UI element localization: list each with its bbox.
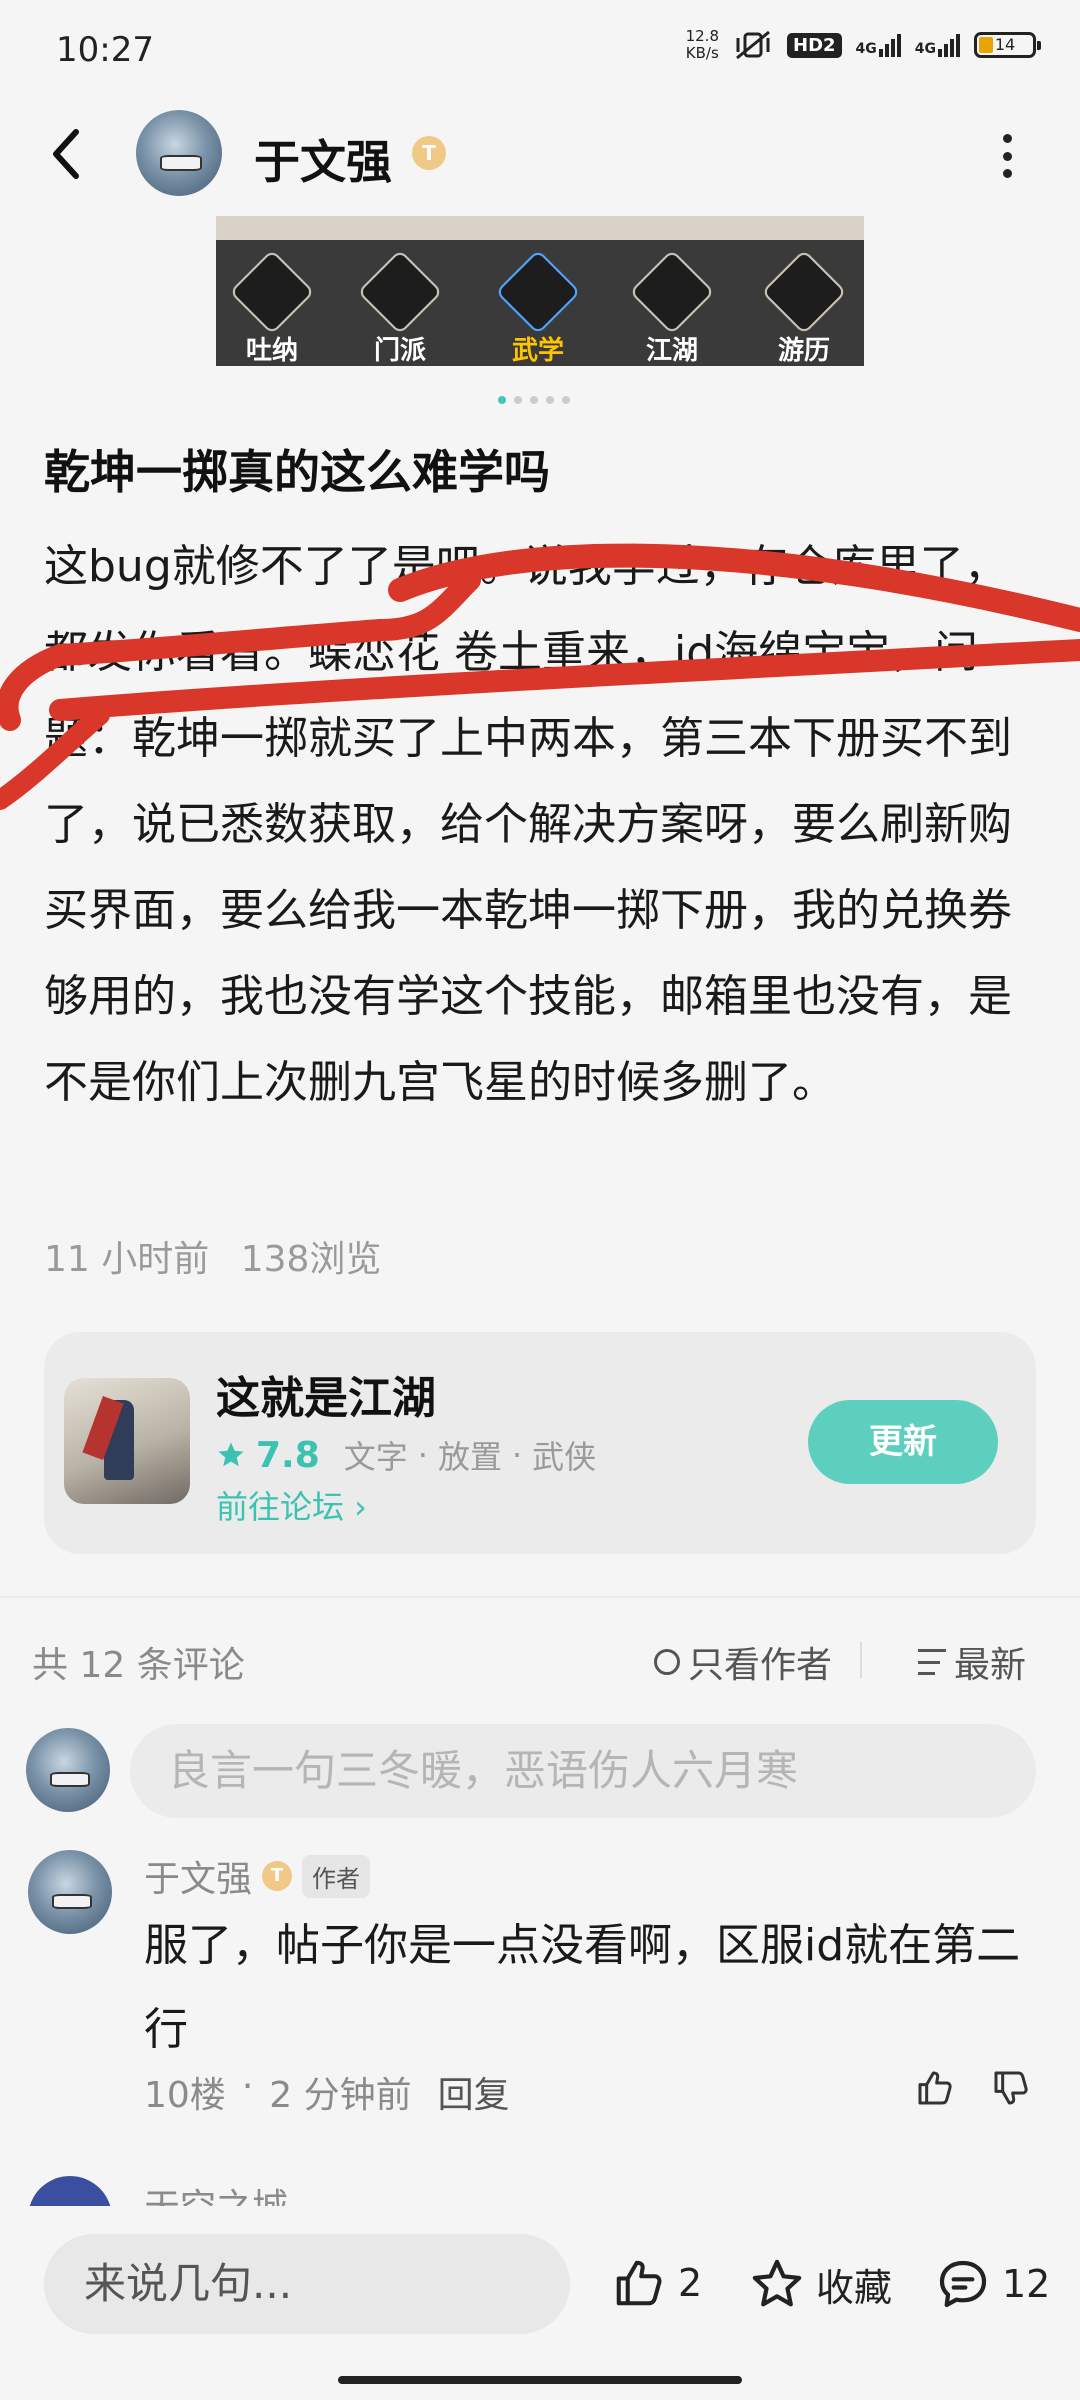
author-only-toggle[interactable]: 只看作者 [654,1636,832,1688]
comment-time: 2 分钟前 [269,2075,412,2116]
network-speed: 12.8 KB/s [686,28,719,62]
signal-icon-2: 4G [914,33,960,57]
post-title: 乾坤一掷真的这么难学吗 [44,445,550,499]
reply-button[interactable]: 回复 [438,2066,510,2118]
banner-label: 武学 [511,336,564,366]
banner-label: 游历 [777,336,830,366]
carousel-dots [498,396,570,404]
sort-label: 最新 [954,1645,1027,1686]
forum-link[interactable]: 前往论坛 › [216,1482,367,1528]
bottom-comment-input[interactable]: 来说几句... [44,2234,570,2334]
comment-meta: 10楼 · 2 分钟前 回复 [144,2066,510,2118]
comment-author-name: 于文强 [144,1859,253,1900]
like-button[interactable]: 2 [610,2256,702,2310]
comments-button[interactable]: 12 [934,2256,1050,2312]
author-only-label: 只看作者 [688,1645,833,1686]
banner-label: 江湖 [645,336,698,366]
battery-level: 14 [994,35,1016,54]
game-app-icon [64,1378,190,1504]
comment-thumb-down-icon[interactable] [990,2068,1032,2108]
game-tag: 武侠 [532,1438,597,1476]
banner-label: 吐纳 [245,336,298,366]
signal-label-1: 4G [855,40,877,57]
my-avatar [26,1728,110,1812]
thumb-up-icon [616,2260,662,2306]
star-icon [218,1442,244,1467]
game-info: 7.8 文字 · 放置 · 武侠 [216,1432,596,1478]
post-body: 这bug就修不了了是吧。说我学过，存仓库里了，都发你看看。蝶恋花 卷土重来，id… [44,541,1012,1108]
back-arrow-icon[interactable] [46,124,86,184]
game-tag: 放置 [437,1438,502,1476]
battery-icon: 14 [974,32,1041,58]
sort-icon [918,1649,946,1675]
banner-item-youli: 游历 [760,249,848,366]
level-badge: T [262,1861,293,1891]
banner-image[interactable]: 吐纳 门派 武学 江湖 游历 [216,216,864,366]
post-time: 11 小时前 [44,1239,210,1280]
commenter-avatar[interactable] [28,1850,112,1934]
chat-bubble-icon [939,2260,987,2308]
radio-circle-icon [654,1649,680,1675]
game-name: 这就是江湖 [216,1373,436,1424]
level-badge: T [412,136,446,170]
net-speed-unit: KB/s [685,44,719,62]
post-views: 138浏览 [240,1239,382,1280]
favorite-label: 收藏 [816,2265,893,2310]
banner-item-jianghu: 江湖 [628,249,716,366]
like-count: 2 [678,2261,703,2305]
comment-author[interactable]: 于文强 T 作者 [144,1850,371,1902]
post-meta: 11 小时前 138浏览 [44,1230,381,1282]
divider [0,1596,1080,1598]
game-score: 7.8 [256,1434,320,1476]
comment-floor: 10楼 [144,2075,226,2116]
banner-label: 门派 [373,336,426,366]
signal-label-2: 4G [914,40,936,57]
status-time: 10:27 [56,30,154,70]
author-name[interactable]: 于文强 [254,126,392,192]
status-icons: 12.8 KB/s HD2 4G 4G 14 [686,28,1041,62]
comment-body: 服了，帖子你是一点没看啊，区服id就在第二行 [144,1920,1021,2055]
comment-total: 12 [1002,2262,1051,2306]
comment-thumb-up-icon[interactable] [914,2068,956,2108]
author-name-text: 于文强 [254,135,392,189]
banner-item-tuna: 吐纳 [228,249,316,366]
author-avatar[interactable] [136,110,222,196]
update-button[interactable]: 更新 [808,1400,998,1484]
favorite-button[interactable]: 收藏 [748,2256,892,2312]
separator [860,1642,862,1678]
banner-item-wuxue: 武学 [494,249,582,366]
game-card[interactable]: 这就是江湖 7.8 文字 · 放置 · 武侠 前往论坛 › 更新 [44,1332,1036,1554]
home-indicator[interactable] [338,2376,742,2384]
more-options-icon[interactable] [1000,134,1014,178]
sort-toggle[interactable]: 最新 [918,1636,1026,1688]
net-speed-value: 12.8 [685,27,719,45]
hd-voice-icon: HD2 [787,32,842,58]
tag-separator: · [511,1436,523,1474]
game-tag: 文字 [343,1438,408,1476]
star-outline-icon [752,2259,802,2307]
comment-count: 共 12 条评论 [32,1645,245,1686]
signal-icon-1: 4G [855,33,901,57]
author-tag: 作者 [302,1854,371,1898]
tag-separator: · [417,1436,428,1474]
mute-vibrate-icon [736,30,770,60]
comment-input[interactable]: 良言一句三冬暖，恶语伤人六月寒 [130,1724,1036,1818]
banner-item-menpai: 门派 [356,249,444,366]
meta-separator: · [241,2066,254,2107]
